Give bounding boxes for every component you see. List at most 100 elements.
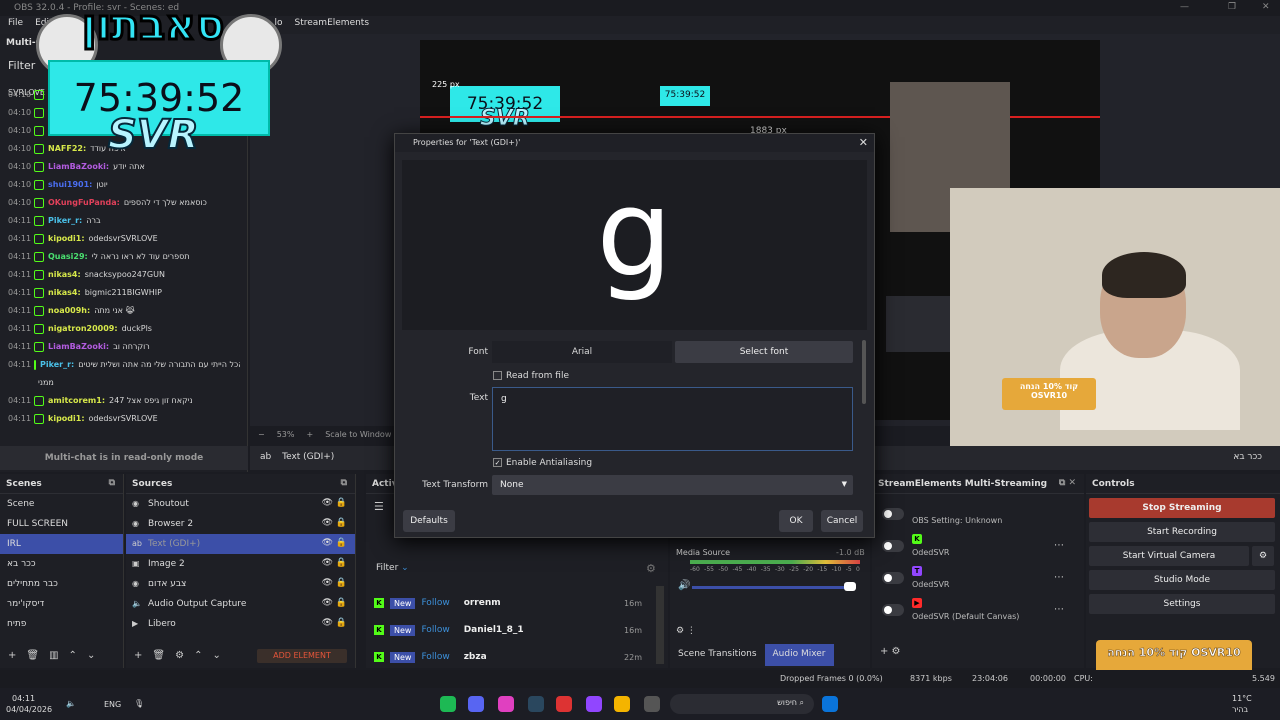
settings-button[interactable]: Settings bbox=[1089, 594, 1275, 614]
stream-toggle[interactable] bbox=[882, 572, 904, 584]
more-options-icon[interactable]: ⋯ bbox=[1054, 604, 1064, 615]
activity-row[interactable]: K New Follow Daniel1_8_1 16m bbox=[366, 619, 656, 641]
select-font-button[interactable]: Select font bbox=[675, 341, 853, 363]
zoom-in-icon[interactable]: + bbox=[306, 430, 313, 442]
chat-username[interactable]: nikas4: bbox=[48, 284, 81, 302]
read-from-file-checkbox[interactable] bbox=[493, 371, 502, 380]
text-transform-select[interactable]: None ▼ bbox=[492, 475, 853, 495]
trash-icon[interactable]: 🗑 bbox=[152, 650, 165, 664]
move-down-icon[interactable]: ⌄ bbox=[212, 650, 220, 664]
chat-username[interactable]: Quasi29: bbox=[48, 248, 88, 266]
taskbar-search[interactable]: חיפוש ⌕ bbox=[670, 694, 814, 714]
eye-icon[interactable]: 👁 bbox=[322, 498, 333, 508]
source-item[interactable]: ▣ Image 2 👁 🔒 bbox=[126, 554, 355, 574]
move-up-icon[interactable]: ⌃ bbox=[69, 650, 77, 664]
twitch-icon[interactable] bbox=[586, 696, 602, 712]
dialog-scrollbar[interactable] bbox=[862, 340, 866, 404]
antialiasing-checkbox[interactable]: ✓ bbox=[493, 458, 502, 467]
chat-username[interactable]: kipodi1: bbox=[48, 230, 85, 248]
text-input[interactable]: g bbox=[492, 387, 853, 451]
lock-icon[interactable]: 🔒 bbox=[336, 618, 347, 628]
chat-username[interactable]: LiamBaZooki: bbox=[48, 338, 109, 356]
eye-icon[interactable]: 👁 bbox=[322, 558, 333, 568]
eye-icon[interactable]: 👁 bbox=[322, 538, 333, 548]
lock-icon[interactable]: 🔒 bbox=[336, 518, 347, 528]
chat-username[interactable]: shui1901: bbox=[48, 176, 92, 194]
close-icon[interactable]: ✕ bbox=[859, 136, 868, 149]
source-item[interactable]: ◉ צבע אדום 👁 🔒 bbox=[126, 574, 355, 594]
steam-icon[interactable] bbox=[528, 696, 544, 712]
speaker-icon[interactable]: 🔊 bbox=[678, 580, 690, 591]
add-icon[interactable]: + bbox=[8, 650, 16, 664]
scene-item[interactable]: FULL SCREEN bbox=[0, 514, 123, 534]
activity-row[interactable]: K New Follow zbza 22m bbox=[366, 646, 656, 668]
move-up-icon[interactable]: ⌃ bbox=[194, 650, 202, 664]
scene-item[interactable]: Scene bbox=[0, 494, 123, 514]
source-item[interactable]: ◉ Browser 2 👁 🔒 bbox=[126, 514, 355, 534]
clock-time[interactable]: 04:11 bbox=[12, 694, 35, 703]
scene-item[interactable]: IRL bbox=[0, 534, 123, 554]
discord-icon[interactable] bbox=[468, 696, 484, 712]
chat-username[interactable]: OKungFuPanda: bbox=[48, 194, 120, 212]
source-item[interactable]: ◉ Shoutout 👁 🔒 bbox=[126, 494, 355, 514]
mic-icon[interactable]: 🎙 bbox=[134, 699, 144, 708]
windows-start-icon[interactable] bbox=[822, 696, 838, 712]
chat-username[interactable]: nigatron20009: bbox=[48, 320, 118, 338]
more-options-icon[interactable]: ⋯ bbox=[1054, 572, 1064, 583]
dock-float-icon[interactable]: ⧉ bbox=[109, 478, 115, 488]
add-element-button[interactable]: ADD ELEMENT bbox=[257, 649, 347, 663]
explorer-icon[interactable] bbox=[644, 696, 660, 712]
close-icon[interactable]: ⧉ ✕ bbox=[1059, 478, 1076, 488]
source-item[interactable]: ab Text (GDI+) 👁 🔒 bbox=[126, 534, 355, 554]
stop-streaming-button[interactable]: Stop Streaming bbox=[1089, 498, 1275, 518]
close-icon[interactable]: ✕ bbox=[1262, 2, 1270, 12]
chat-username[interactable]: Piker_r: bbox=[48, 212, 82, 230]
menu-icon[interactable]: ☰ bbox=[374, 500, 384, 513]
scene-item[interactable]: ככר בא bbox=[0, 554, 123, 574]
obs-icon[interactable] bbox=[556, 696, 572, 712]
lock-icon[interactable]: 🔒 bbox=[336, 578, 347, 588]
chrome-icon[interactable] bbox=[614, 696, 630, 712]
scale-mode[interactable]: Scale to Window bbox=[325, 430, 391, 442]
clock-date[interactable]: 04/04/2026 bbox=[6, 705, 52, 714]
chat-username[interactable]: amitcorem1: bbox=[48, 392, 105, 410]
gear-icon[interactable]: ⚙ bbox=[175, 650, 184, 664]
add-icon[interactable]: + bbox=[134, 650, 142, 664]
zoom-out-icon[interactable]: − bbox=[258, 430, 265, 442]
activity-scrollbar[interactable] bbox=[656, 586, 664, 664]
maximize-icon[interactable]: ❐ bbox=[1228, 2, 1236, 12]
stream-toggle[interactable] bbox=[882, 540, 904, 552]
start-recording-button[interactable]: Start Recording bbox=[1089, 522, 1275, 542]
more-options-icon[interactable]: ⋯ bbox=[1054, 540, 1064, 551]
virtual-camera-gear-icon[interactable]: ⚙ bbox=[1252, 546, 1274, 566]
eye-icon[interactable]: 👁 bbox=[322, 598, 333, 608]
gear-icon[interactable]: ⚙ bbox=[646, 562, 656, 575]
menu-file[interactable]: File bbox=[8, 18, 23, 32]
eye-icon[interactable]: 👁 bbox=[322, 518, 333, 528]
app-icon[interactable] bbox=[498, 696, 514, 712]
mixer-options-icon[interactable]: ⚙ ⋮ bbox=[676, 626, 696, 636]
scene-item[interactable]: כבר מתחילים bbox=[0, 574, 123, 594]
scene-item[interactable]: דיסקו'ימר bbox=[0, 594, 123, 614]
source-item[interactable]: ▶ Libero 👁 🔒 bbox=[126, 614, 355, 634]
tab-scene-transitions[interactable]: Scene Transitions bbox=[670, 644, 765, 666]
move-down-icon[interactable]: ⌄ bbox=[87, 650, 95, 664]
eye-icon[interactable]: 👁 bbox=[322, 578, 333, 588]
chat-username[interactable]: kipodi1: bbox=[48, 410, 85, 428]
lock-icon[interactable]: 🔒 bbox=[336, 498, 347, 508]
chat-username[interactable]: noa009h: bbox=[48, 302, 90, 320]
start-virtual-camera-button[interactable]: Start Virtual Camera bbox=[1089, 546, 1249, 566]
volume-icon[interactable]: 🔈 bbox=[66, 699, 76, 708]
defaults-button[interactable]: Defaults bbox=[403, 510, 455, 532]
volume-slider-handle[interactable] bbox=[844, 582, 856, 591]
eye-icon[interactable]: 👁 bbox=[322, 618, 333, 628]
filter-icon[interactable]: ▥ bbox=[49, 650, 58, 664]
cancel-button[interactable]: Cancel bbox=[821, 510, 863, 532]
ok-button[interactable]: OK bbox=[779, 510, 813, 532]
chat-username[interactable]: nikas4: bbox=[48, 266, 81, 284]
chat-username[interactable]: Piker_r: bbox=[40, 356, 74, 374]
activity-row[interactable]: K New Follow orrenm 16m bbox=[366, 592, 656, 614]
dock-float-icon[interactable]: ⧉ bbox=[341, 478, 347, 488]
lock-icon[interactable]: 🔒 bbox=[336, 558, 347, 568]
studio-mode-button[interactable]: Studio Mode bbox=[1089, 570, 1275, 590]
